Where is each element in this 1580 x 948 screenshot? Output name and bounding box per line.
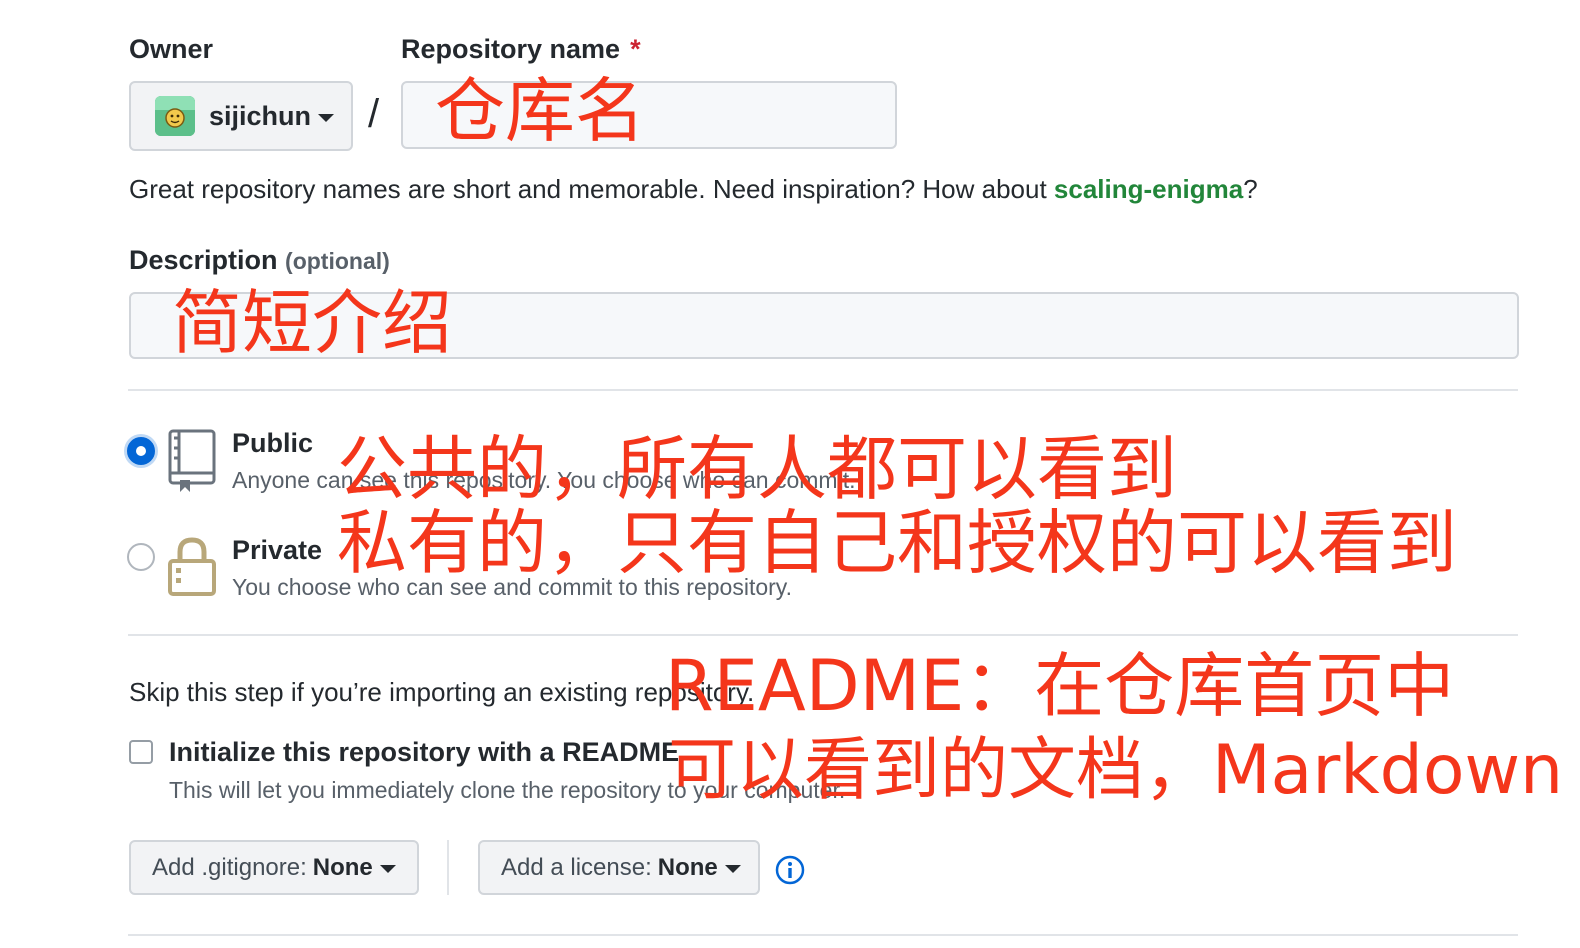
public-desc: Anyone can see this repository. You choo… [232,467,856,493]
repo-book-icon [166,428,218,499]
private-title: Private [232,535,323,565]
annotation-private: 私有的，只有自己和授权的可以看到 [337,502,1457,584]
divider [128,934,1518,936]
suggested-name-link[interactable]: scaling-enigma [1054,174,1243,204]
skip-step-text: Skip this step if you’re importing an ex… [129,677,755,707]
annotation-readme-line1: README：在仓库首页中 [665,645,1455,727]
info-icon[interactable] [775,855,805,890]
owner-label: Owner [129,34,214,64]
chevron-down-icon [379,865,396,873]
gitignore-prefix: Add .gitignore: [152,853,307,881]
private-radio[interactable] [127,543,155,571]
repo-name-label-text: Repository name [401,34,621,64]
public-title: Public [232,428,314,458]
chevron-down-icon [724,865,741,873]
gitignore-value: None [312,853,373,881]
readme-label[interactable]: Initialize this repository with a README [169,737,679,768]
description-label: Description (optional) [129,245,390,276]
license-prefix: Add a license: [501,853,652,881]
readme-checkbox[interactable] [129,740,153,764]
divider [128,634,1518,636]
path-separator: / [368,92,380,136]
button-separator [447,840,449,895]
repo-name-hint: Great repository names are short and mem… [129,174,1258,205]
description-input[interactable] [129,292,1519,359]
owner-username: sijichun [209,100,312,131]
public-radio[interactable] [127,437,155,465]
avatar [155,96,195,136]
required-mark: * [630,34,641,64]
chevron-down-icon [318,113,335,122]
private-desc: You choose who can see and commit to thi… [232,574,792,600]
radio-dot [136,446,146,456]
divider [128,389,1518,391]
repo-name-hint-suffix: ? [1243,174,1258,204]
repo-name-input[interactable] [401,81,897,149]
license-value: None [657,853,718,881]
repo-name-hint-text: Great repository names are short and mem… [129,174,1054,204]
gitignore-select[interactable]: Add .gitignore: None [129,840,419,895]
description-label-text: Description [129,245,278,275]
repo-name-label: Repository name * [401,34,641,65]
owner-select[interactable]: sijichun [129,81,353,151]
readme-desc: This will let you immediately clone the … [169,777,846,803]
license-select[interactable]: Add a license: None [478,840,760,895]
lock-icon [166,534,218,603]
optional-tag: (optional) [285,248,390,274]
